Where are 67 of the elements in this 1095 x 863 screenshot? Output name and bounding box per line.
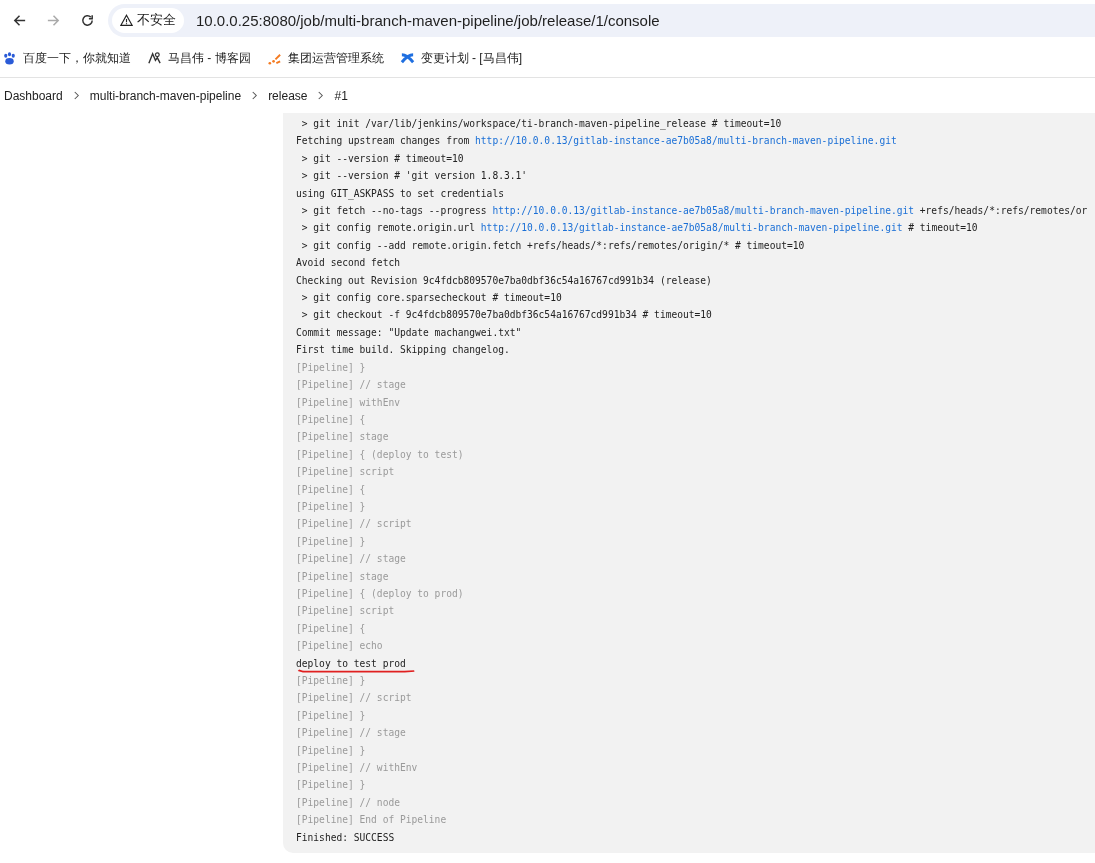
console-line: [Pipeline] echo <box>296 639 383 654</box>
console-line: > git config remote.origin.url http://10.0.0.13/gitlab-instance-ae7b05a8/multi-branch-maven-pipeline.git # timeout=10 <box>300 221 978 236</box>
blog-icon <box>147 51 162 66</box>
warning-icon <box>120 13 133 27</box>
url-text: 10.0.0.25:8080/job/multi-branch-maven-pipeline/job/release/1/console <box>196 11 660 29</box>
breadcrumb-link[interactable]: multi-branch-maven-pipeline <box>89 88 242 103</box>
console-line: [Pipeline] } <box>296 674 366 688</box>
console-line: [Pipeline] { <box>296 621 366 636</box>
console-line: > git config core.sparsecheckout # timeout=10 <box>300 291 562 306</box>
bookmark[interactable]: 马昌伟 - 博客园 <box>147 50 251 67</box>
bookmark-label: 集团运营管理系统 <box>287 50 384 67</box>
console-line: [Pipeline] // stage <box>296 726 406 741</box>
console-line: using GIT_ASKPASS to set credentials <box>296 186 504 202</box>
chevron-icon <box>72 91 80 100</box>
console-line: [Pipeline] // stage <box>296 378 406 393</box>
console-line: [Pipeline] stage <box>296 569 389 584</box>
breadcrumb-link[interactable]: #1 <box>334 88 348 103</box>
console-line: [Pipeline] } <box>296 743 366 758</box>
console-line: [Pipeline] // stage <box>296 552 406 567</box>
paw-icon <box>2 51 17 66</box>
console-line: [Pipeline] { (deploy to test) <box>296 447 464 462</box>
console-line: [Pipeline] script <box>296 604 395 619</box>
bookmark[interactable]: 百度一下，你就知道 <box>2 50 131 67</box>
breadcrumb-link[interactable]: Dashboard <box>4 88 63 103</box>
bookmark[interactable]: 集团运营管理系统 <box>266 50 384 67</box>
console-line: [Pipeline] } <box>296 499 366 514</box>
bookmark-label: 百度一下，你就知道 <box>23 50 131 67</box>
console-line: Commit message: "Update machangwei.txt" <box>296 325 522 340</box>
console-line: [Pipeline] } <box>296 360 366 375</box>
console-line: Checking out Revision 9c4fdcb809570e7ba0dbf36c54a16767cd991b34 (release) <box>296 273 712 288</box>
bookmark[interactable]: 变更计划 - [马昌伟] <box>399 50 522 67</box>
console-line: > git init /var/lib/jenkins/workspace/ti-branch-maven-pipeline_release # timeout=10 <box>300 117 782 132</box>
bookmark-label: 变更计划 - [马昌伟] <box>420 50 522 67</box>
console-line: Avoid second fetch <box>296 256 400 271</box>
console-line: [Pipeline] script <box>296 465 395 480</box>
console-line: [Pipeline] { <box>296 412 366 427</box>
address-bar[interactable]: 不安全 10.0.0.25:8080/job/multi-branch-maven-pipeline/job/release/1/console <box>108 3 1095 37</box>
cross-icon <box>399 51 415 66</box>
console-line: deploy to test prod <box>296 654 406 672</box>
bookmark-label: 马昌伟 - 博客园 <box>168 50 251 67</box>
breadcrumb-link[interactable]: release <box>268 88 308 103</box>
chevron-icon <box>251 91 259 100</box>
console-line: Fetching upstream changes from http://10.0.0.13/gitlab-instance-ae7b05a8/multi-branch-maven-pipeline.git <box>296 134 897 149</box>
console-line: [Pipeline] { <box>296 482 366 497</box>
console-line: [Pipeline] // node <box>296 795 400 810</box>
console-line: [Pipeline] } <box>296 534 366 549</box>
console-line: > git --version # 'git version 1.8.3.1' <box>300 169 528 184</box>
console-line: [Pipeline] stage <box>296 430 389 445</box>
console-line: [Pipeline] { (deploy to prod) <box>296 586 464 601</box>
console-line: First time build. Skipping changelog. <box>296 343 510 358</box>
console-line: [Pipeline] End of Pipeline <box>296 813 447 828</box>
console-line: > git checkout -f 9c4fdcb809570e7ba0dbf36c54a16767cd991b34 # timeout=10 <box>300 308 712 323</box>
console-line: > git fetch --no-tags --progress http://10.0.0.13/gitlab-instance-ae7b05a8/multi-branch-maven-pipeline.git +refs/heads/*:refs/remotes/or <box>300 204 1088 219</box>
reload-icon[interactable] <box>80 12 95 28</box>
not-secure-chip[interactable]: 不安全 <box>112 7 184 33</box>
console-line: [Pipeline] } <box>296 708 366 723</box>
console-line: > git config --add remote.origin.fetch +refs/heads/*:refs/remotes/origin/* # timeout=10 <box>300 238 805 253</box>
console-line: [Pipeline] withEnv <box>296 395 400 410</box>
not-secure-label: 不安全 <box>137 11 176 29</box>
console-line: Finished: SUCCESS <box>296 830 395 845</box>
console-line: [Pipeline] // script <box>296 517 412 532</box>
chevron-icon <box>317 91 325 100</box>
console-line: > git --version # timeout=10 <box>300 151 464 166</box>
console-line: [Pipeline] // withEnv <box>296 761 418 776</box>
dots-icon <box>266 51 282 66</box>
console-line: [Pipeline] } <box>296 778 366 793</box>
console-line: [Pipeline] // script <box>296 691 412 706</box>
